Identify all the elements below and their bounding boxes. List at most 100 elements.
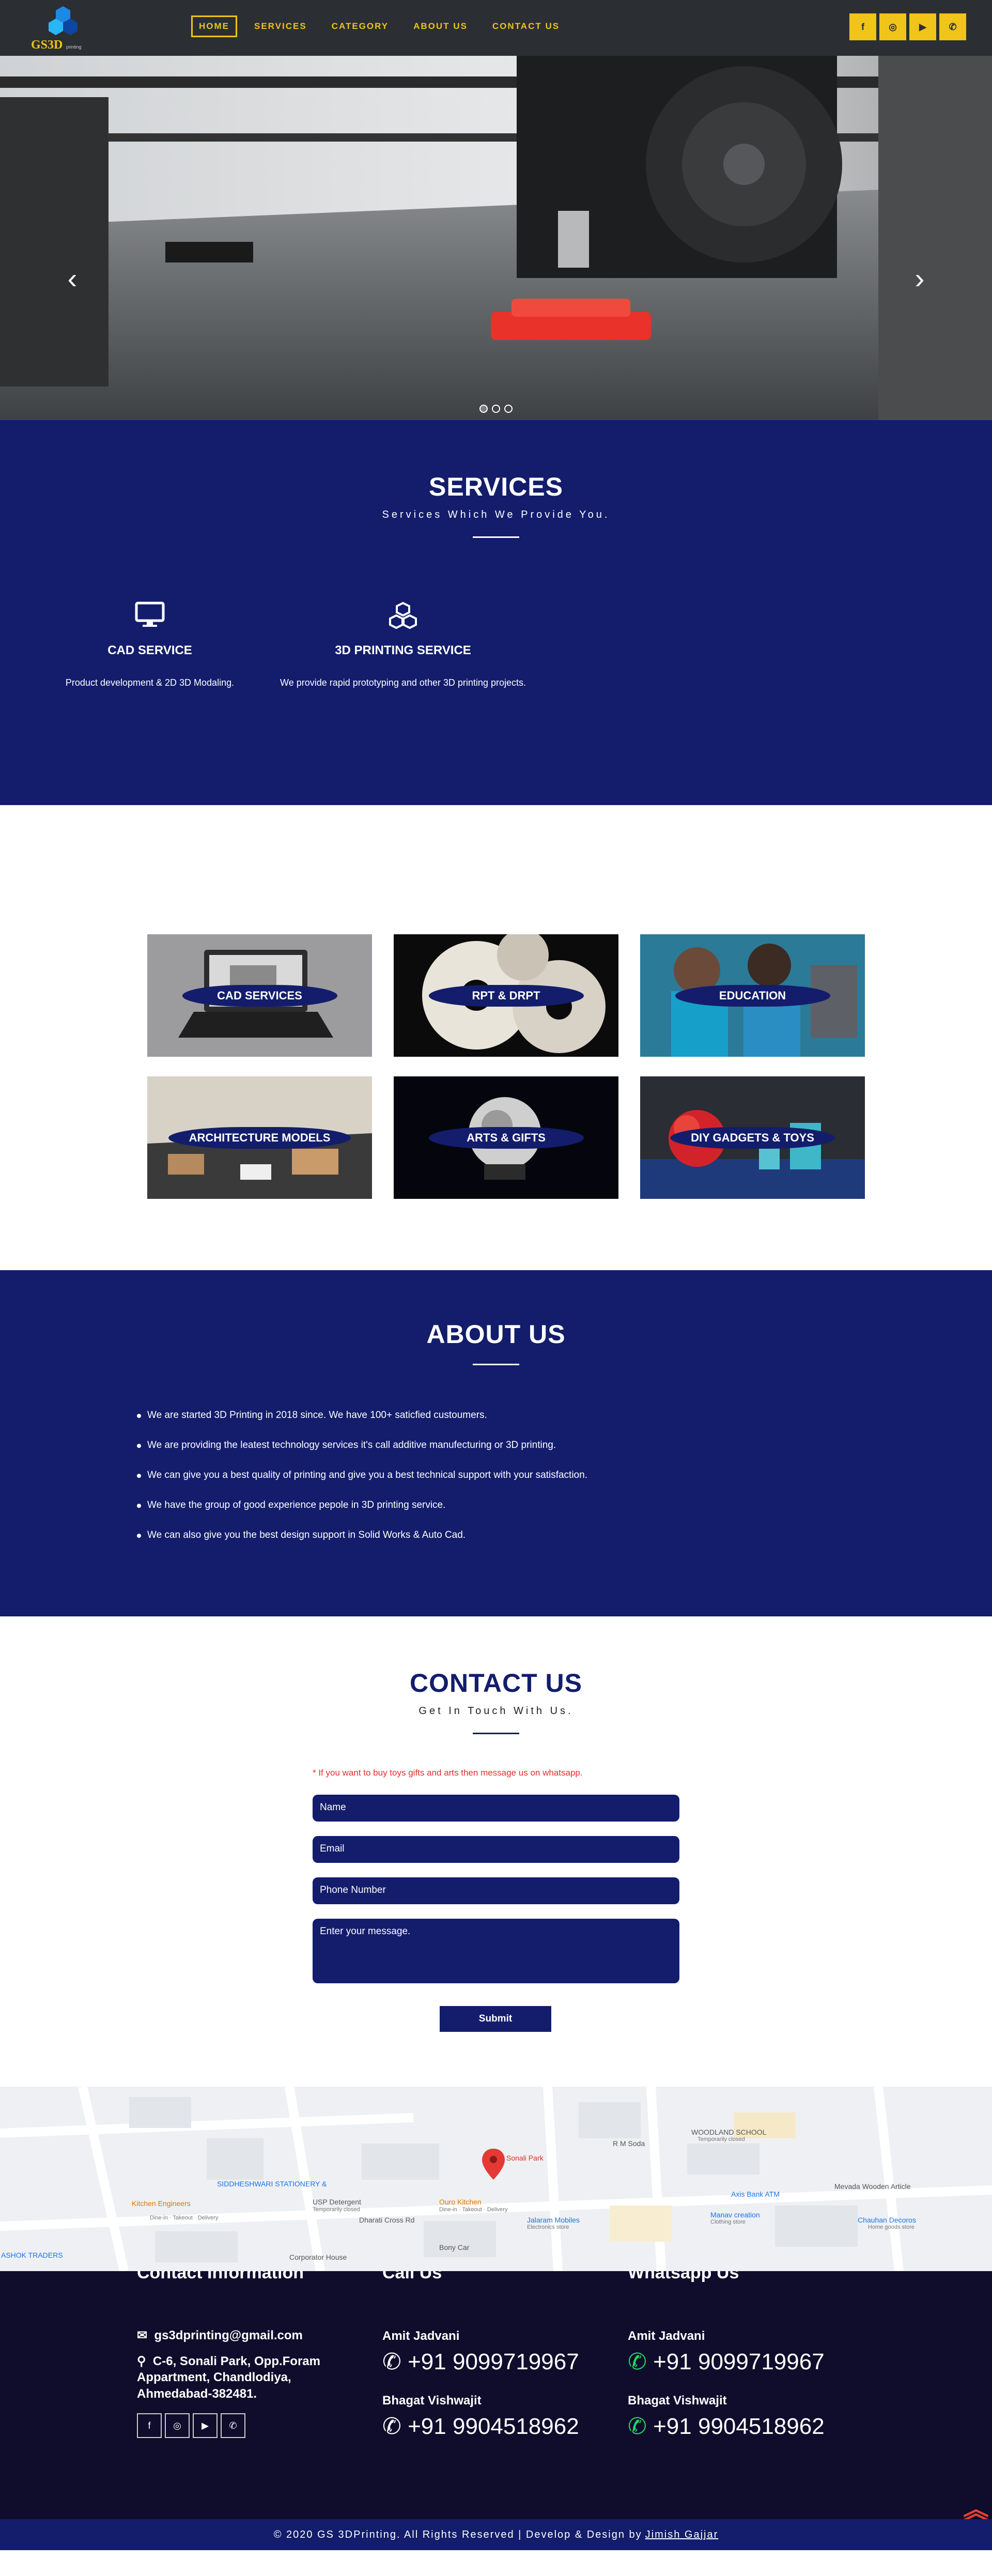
nav-home[interactable]: HOME — [191, 16, 237, 37]
address-line-1: C-6, Sonali Park, Opp.Foram — [152, 2354, 320, 2368]
nav-about-us[interactable]: ABOUT US — [406, 16, 475, 37]
instagram-icon[interactable]: ◎ — [165, 2413, 190, 2438]
whatsapp-person-1: Amit Jadvani — [628, 2329, 705, 2343]
scroll-to-top-icon[interactable]: ︽ — [963, 2497, 989, 2523]
service-card-3d-printing: 3D PRINTING SERVICE We provide rapid pro… — [155, 601, 651, 688]
map-label: Bony Car — [439, 2243, 470, 2251]
category-label: ARCHITECTURE MODELS — [168, 1127, 351, 1149]
phone-number: +91 9099719967 — [408, 2349, 579, 2374]
services-divider — [473, 536, 519, 538]
main-menu: HOME SERVICES CATEGORY ABOUT US CONTACT … — [191, 16, 567, 37]
address-line-3: Ahmedabad-382481. — [137, 2387, 257, 2401]
footer-call-heading: Call Us — [382, 2271, 442, 2282]
map-label: Kitchen Engineers — [132, 2199, 191, 2208]
category-card-education[interactable]: EDUCATION — [640, 934, 865, 1057]
category-card-cad-services[interactable]: CAD SERVICES — [147, 934, 372, 1057]
footer-contact-heading: Contact Information — [137, 2271, 304, 2282]
map-label: Chauhan Decoros — [858, 2216, 916, 2224]
whatsapp-icon[interactable]: ✆ — [221, 2413, 245, 2438]
carousel-dot-2[interactable] — [492, 405, 500, 413]
whatsapp-person-2: Bhagat Vishwajit — [628, 2394, 727, 2408]
phone-icon: ✆ — [382, 2349, 401, 2374]
site-logo[interactable]: GS3D printing — [27, 4, 99, 52]
map-label: Corporator House — [289, 2253, 347, 2261]
whatsapp-phone-1[interactable]: ✆ +91 9099719967 — [628, 2349, 825, 2375]
submit-button[interactable]: Submit — [440, 2006, 551, 2032]
map-label: Temporarily closed — [313, 2207, 360, 2213]
category-card-architecture-models[interactable]: ARCHITECTURE MODELS — [147, 1076, 372, 1199]
site-footer: Contact Information ✉ gs3dprinting@gmail… — [0, 2271, 992, 2550]
map-label: Dine-in · Takeout · Delivery — [150, 2215, 219, 2221]
category-label: DIY GADGETS & TOYS — [670, 1127, 835, 1149]
about-point: We are providing the leatest technology … — [137, 1440, 587, 1451]
phone-field[interactable]: Phone Number — [313, 1877, 679, 1904]
contact-divider — [473, 1733, 519, 1734]
designer-link[interactable]: Jimish Gajjar — [645, 2529, 719, 2541]
phone-number: +91 9099719967 — [653, 2349, 825, 2374]
category-card-arts-gifts[interactable]: ARTS & GIFTS — [394, 1076, 618, 1199]
category-grid: CAD SERVICES RPT & DRPT EDUCATION ARCHIT… — [147, 934, 865, 1199]
about-title: ABOUT US — [426, 1320, 566, 1349]
location-map[interactable]: Sonali Park R M Soda WOODLAND SCHOOL Tem… — [0, 2087, 992, 2271]
map-label: Jalaram Mobiles — [527, 2216, 580, 2224]
whatsapp-icon[interactable]: ✆ — [939, 13, 966, 40]
facebook-icon[interactable]: f — [849, 13, 876, 40]
youtube-icon[interactable]: ▶ — [909, 13, 936, 40]
name-field[interactable]: Name — [313, 1795, 679, 1822]
whatsapp-phone-2[interactable]: ✆ +91 9904518962 — [628, 2413, 825, 2440]
header-social-links: f ◎ ▶ ✆ — [849, 13, 966, 40]
services-subtitle: Services Which We Provide You. — [382, 509, 610, 520]
nav-category[interactable]: CATEGORY — [324, 16, 396, 37]
category-label: EDUCATION — [675, 984, 830, 1007]
map-label: WOODLAND SCHOOL — [691, 2128, 767, 2136]
call-phone-1[interactable]: ✆ +91 9099719967 — [382, 2349, 579, 2375]
logo-subtext: printing — [66, 44, 82, 50]
carousel-dot-3[interactable] — [504, 405, 513, 413]
footer-whatsapp-heading: Whatsapp Us — [628, 2271, 739, 2282]
map-label: Dharati Cross Rd — [359, 2216, 415, 2224]
message-field[interactable]: Enter your message. — [313, 1919, 679, 1983]
category-card-diy-gadgets-toys[interactable]: DIY GADGETS & TOYS — [640, 1076, 865, 1199]
services-grid: CAD SERVICE Product development & 2D 3D … — [0, 601, 992, 688]
category-label: RPT & DRPT — [428, 984, 584, 1007]
map-label: Electronics store — [527, 2224, 569, 2230]
copyright-text: © 2020 GS 3DPrinting. All Rights Reserve… — [273, 2528, 642, 2540]
phone-icon: ✆ — [382, 2414, 401, 2439]
whatsapp-icon: ✆ — [628, 2414, 647, 2439]
nav-services[interactable]: SERVICES — [246, 16, 315, 37]
address-line-2: Appartment, Chandlodiya, — [137, 2370, 291, 2384]
call-phone-2[interactable]: ✆ +91 9904518962 — [382, 2413, 579, 2440]
hero-3d-printer-image — [0, 56, 992, 420]
whatsapp-notice: * If you want to buy toys gifts and arts… — [313, 1768, 583, 1778]
map-label: Home goods store — [868, 2224, 915, 2230]
youtube-icon[interactable]: ▶ — [193, 2413, 218, 2438]
map-label: Dine-in · Takeout · Delivery — [439, 2207, 508, 2213]
hero-carousel: ‹ › — [0, 56, 992, 420]
footer-email[interactable]: ✉ gs3dprinting@gmail.com — [137, 2328, 303, 2343]
map-background — [0, 2087, 992, 2271]
carousel-prev-arrow[interactable]: ‹ — [62, 262, 83, 295]
nav-contact-us[interactable]: CONTACT US — [485, 16, 567, 37]
service-description: We provide rapid prototyping and other 3… — [280, 677, 526, 688]
map-label: Temporarily closed — [698, 2136, 745, 2142]
about-divider — [473, 1364, 519, 1365]
map-label: Ouro Kitchen — [439, 2198, 482, 2206]
envelope-icon: ✉ — [137, 2328, 148, 2342]
carousel-dot-1[interactable] — [479, 405, 488, 413]
top-navbar: GS3D printing HOME SERVICES CATEGORY ABO… — [0, 0, 992, 56]
contact-section: CONTACT US Get In Touch With Us. * If yo… — [0, 1616, 992, 2087]
footer-address: ⚲ C-6, Sonali Park, Opp.Foram — [137, 2354, 320, 2369]
about-points-list: We are started 3D Printing in 2018 since… — [137, 1410, 587, 1560]
map-label: ASHOK TRADERS — [1, 2251, 63, 2259]
contact-title: CONTACT US — [409, 1669, 583, 1698]
category-card-rpt-drpt[interactable]: RPT & DRPT — [394, 934, 618, 1057]
email-field[interactable]: Email — [313, 1836, 679, 1863]
about-point: We are started 3D Printing in 2018 since… — [137, 1410, 587, 1421]
facebook-icon[interactable]: f — [137, 2413, 162, 2438]
instagram-icon[interactable]: ◎ — [879, 13, 906, 40]
category-label: CAD SERVICES — [182, 984, 337, 1007]
carousel-indicators — [479, 405, 513, 413]
email-text: gs3dprinting@gmail.com — [154, 2328, 303, 2342]
map-label: Sonali Park — [506, 2154, 544, 2162]
carousel-next-arrow[interactable]: › — [909, 262, 930, 295]
